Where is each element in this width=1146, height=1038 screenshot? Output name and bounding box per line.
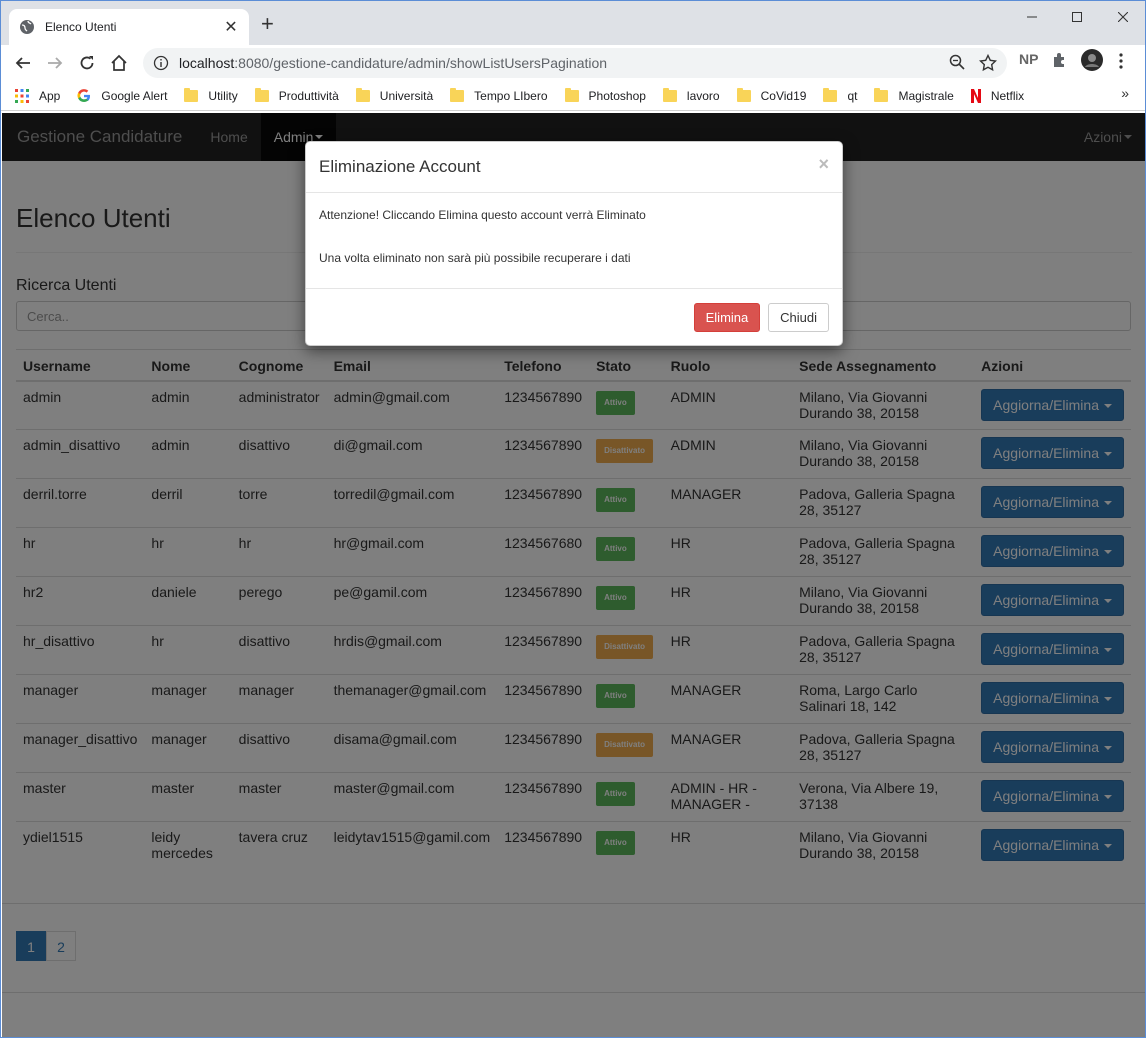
browser-toolbar: localhost:8080/gestione-candidature/admi… bbox=[1, 45, 1145, 81]
bookmark-google-alert[interactable]: Google Alert bbox=[77, 89, 167, 103]
info-icon[interactable] bbox=[153, 55, 169, 71]
bookmarks-bar: App Google Alert Utility Produttività Un… bbox=[1, 81, 1145, 111]
bookmarks-more-icon[interactable]: » bbox=[1121, 85, 1129, 101]
google-icon bbox=[77, 88, 91, 102]
bookmark-folder[interactable]: CoVid19 bbox=[736, 87, 807, 103]
delete-button[interactable]: Elimina bbox=[693, 303, 761, 332]
bookmark-netflix[interactable]: Netflix bbox=[970, 88, 1025, 103]
modal-info-text: Una volta eliminato non sarà più possibi… bbox=[319, 251, 631, 265]
bookmark-label: qt bbox=[847, 88, 858, 103]
bookmark-folder[interactable]: Università bbox=[355, 87, 434, 103]
bookmark-folder[interactable]: Tempo LIbero bbox=[450, 87, 548, 103]
close-button[interactable]: Chiudi bbox=[768, 303, 829, 332]
minimize-icon[interactable] bbox=[1009, 1, 1055, 33]
url-text: localhost:8080/gestione-candidature/admi… bbox=[179, 55, 608, 71]
browser-window: Elenco Utenti ✕ + localhost:8080/gestion… bbox=[0, 0, 1146, 1038]
maximize-icon[interactable] bbox=[1054, 1, 1100, 33]
apps-grid-icon bbox=[15, 88, 29, 103]
netflix-icon bbox=[970, 88, 981, 103]
tab-title: Elenco Utenti bbox=[45, 20, 117, 34]
folder-icon bbox=[874, 87, 889, 102]
folder-icon bbox=[564, 87, 579, 102]
tab-strip: Elenco Utenti ✕ + bbox=[1, 1, 1145, 45]
modal-body: Attenzione! Cliccando Elimina questo acc… bbox=[306, 193, 842, 289]
address-bar[interactable]: localhost:8080/gestione-candidature/admi… bbox=[143, 48, 1007, 78]
bookmark-label: Utility bbox=[208, 88, 238, 103]
folder-icon bbox=[736, 87, 751, 102]
bookmark-label: Università bbox=[379, 88, 434, 103]
bookmark-label: lavoro bbox=[686, 88, 720, 103]
browser-menu-icon[interactable] bbox=[1119, 53, 1123, 72]
bookmark-apps[interactable]: App bbox=[15, 88, 61, 103]
bookmark-folder[interactable]: qt bbox=[823, 87, 858, 103]
bookmark-label: Google Alert bbox=[101, 88, 168, 103]
back-icon[interactable] bbox=[7, 47, 39, 79]
bookmark-label: Photoshop bbox=[588, 88, 646, 103]
browser-tab[interactable]: Elenco Utenti ✕ bbox=[9, 9, 249, 45]
bookmark-star-icon[interactable] bbox=[979, 54, 997, 72]
extensions-puzzle-icon[interactable] bbox=[1051, 51, 1069, 72]
np-extension-icon[interactable]: NP bbox=[1019, 51, 1038, 67]
folder-icon bbox=[355, 87, 370, 102]
bookmark-label: CoVid19 bbox=[760, 88, 807, 103]
folder-icon bbox=[184, 87, 199, 102]
bookmark-label: Magistrale bbox=[898, 88, 954, 103]
bookmark-folder[interactable]: Magistrale bbox=[874, 87, 954, 103]
tab-close-icon[interactable]: ✕ bbox=[223, 17, 239, 37]
window-close-icon[interactable] bbox=[1100, 1, 1145, 33]
bookmark-label: App bbox=[39, 88, 61, 103]
delete-account-modal: Eliminazione Account × Attenzione! Clicc… bbox=[305, 141, 843, 346]
bookmark-label: Tempo LIbero bbox=[474, 88, 548, 103]
forward-icon[interactable] bbox=[39, 47, 71, 79]
folder-icon bbox=[254, 87, 269, 102]
bookmark-label: Produttività bbox=[278, 88, 339, 103]
new-tab-icon[interactable]: + bbox=[261, 13, 274, 35]
bookmark-folder[interactable]: Utility bbox=[184, 87, 238, 103]
zoom-icon[interactable] bbox=[949, 54, 965, 70]
folder-icon bbox=[450, 87, 465, 102]
modal-title: Eliminazione Account bbox=[319, 157, 481, 176]
close-icon[interactable]: × bbox=[818, 154, 829, 175]
bookmark-folder[interactable]: lavoro bbox=[662, 87, 720, 103]
home-icon[interactable] bbox=[103, 47, 135, 79]
bookmark-label: Netflix bbox=[990, 88, 1025, 103]
folder-icon bbox=[823, 87, 838, 102]
globe-icon bbox=[20, 20, 34, 34]
bookmark-folder[interactable]: Produttività bbox=[254, 87, 339, 103]
profile-avatar[interactable] bbox=[1081, 49, 1103, 74]
modal-warning-text: Attenzione! Cliccando Elimina questo acc… bbox=[319, 208, 646, 222]
bookmark-folder[interactable]: Photoshop bbox=[564, 87, 646, 103]
reload-icon[interactable] bbox=[71, 47, 103, 79]
modal-header: Eliminazione Account × bbox=[306, 142, 842, 193]
folder-icon bbox=[662, 87, 677, 102]
modal-footer: Elimina Chiudi bbox=[306, 289, 842, 346]
